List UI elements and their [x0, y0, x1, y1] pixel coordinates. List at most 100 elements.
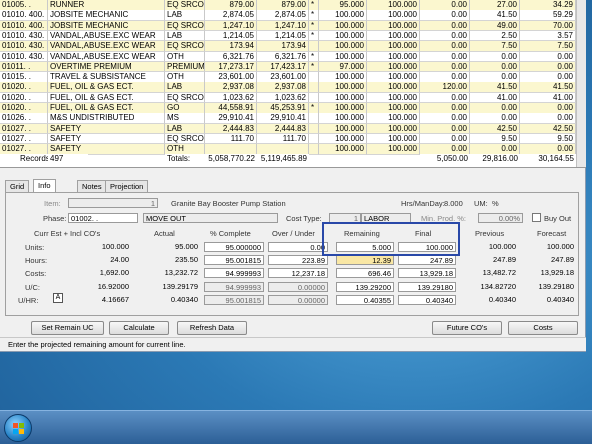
table-cell-c: 97.000	[319, 61, 367, 73]
table-row[interactable]: 01011. . OVERTIME PREMIUM PREMIUM 17,273.17…	[0, 61, 586, 73]
table-cell-f: 2.50	[470, 30, 520, 42]
table-cell-a: 29,910.41	[205, 113, 257, 124]
metric-over-value[interactable]: 223.89	[268, 255, 328, 266]
tab-grid[interactable]: Grid	[5, 180, 30, 192]
table-cell-desc: FUEL, OIL & GAS ECT.	[48, 103, 165, 114]
metric-pct-value[interactable]: 95.000000	[204, 242, 264, 252]
costs-button[interactable]: Costs	[508, 321, 578, 335]
calculate-button[interactable]: Calculate	[109, 321, 169, 335]
col-remaining: Remaining	[344, 229, 380, 238]
metric-rem-value[interactable]: 5.000	[336, 242, 394, 252]
table-cell-type: GO	[165, 103, 205, 114]
table-row[interactable]: 01010. 430. VANDAL,ABUSE.EXC WEAR EQ SRCO 1…	[0, 41, 586, 52]
table-cell-d: 100.000	[367, 0, 420, 11]
table-cell-s: *	[309, 103, 319, 114]
buy-out-checkbox[interactable]	[532, 213, 541, 222]
metric-final-value[interactable]: 0.40340	[398, 294, 456, 305]
metric-pct-value[interactable]: 94.999993	[204, 281, 264, 292]
table-cell-b: 2,874.05	[257, 10, 309, 21]
table-cell-s: *	[309, 0, 319, 11]
table-row[interactable]: 01020. . FUEL, OIL & GAS ECT. LAB 2,937.08 2…	[0, 82, 586, 93]
tab-info[interactable]: Info	[33, 179, 56, 192]
table-row[interactable]: 01027. . SAFETY EQ SRCO 111.70 111.70 100.000…	[0, 133, 586, 145]
cost-grid[interactable]: 01005. . RUNNER EQ SRCO 879.00 879.00 * 95.000…	[0, 0, 586, 168]
col-previous: Previous	[475, 229, 505, 238]
col-pct-complete: % Complete	[210, 229, 251, 238]
metric-label: Units:	[25, 243, 45, 252]
metric-final-value[interactable]: 100.000	[398, 242, 456, 252]
table-row[interactable]: 01005. . RUNNER EQ SRCO 879.00 879.00 * 95.000…	[0, 0, 586, 11]
table-cell-b: 2,937.08	[257, 82, 309, 93]
metric-rem-value[interactable]: 0.40355	[336, 294, 394, 305]
metric-pct-value[interactable]: 95.001815	[204, 294, 264, 305]
metric-curr-value: 24.00	[110, 255, 129, 265]
phase-field[interactable]: 01002. .	[68, 213, 138, 223]
cost-type-number[interactable]: 1	[329, 213, 361, 223]
uhr-toggle-button[interactable]: A	[53, 293, 63, 303]
min-prod-field[interactable]: 0.00%	[478, 213, 523, 223]
table-row[interactable]: 01015. . TRAVEL & SUBSISTANCE OTH 23,601.00…	[0, 72, 586, 83]
table-cell-e: 0.00	[420, 123, 470, 135]
metric-fore-value: 139.29180	[538, 281, 574, 291]
tab-notes[interactable]: Notes	[77, 180, 107, 192]
metric-pct-value[interactable]: 95.001815	[204, 255, 264, 266]
metric-curr-value: 100.000	[101, 242, 129, 251]
totals-curr: 5,058,770.22	[205, 154, 257, 165]
table-cell-c: 100.000	[319, 30, 367, 42]
metric-over-value[interactable]: 0.00000	[268, 281, 328, 292]
table-cell-code: 01026. .	[0, 113, 48, 124]
tab-projection-detail[interactable]: Projection Detail	[105, 180, 149, 202]
metric-over-value[interactable]: 0.00000	[268, 294, 328, 305]
metric-prev-value: 247.89	[493, 255, 516, 265]
table-cell-e: 0.00	[420, 113, 470, 124]
metric-pct-value[interactable]: 94.999993	[204, 268, 264, 279]
metric-over-value[interactable]: 12,237.18	[268, 268, 328, 279]
set-remain-uc-button[interactable]: Set Remain UC	[31, 321, 104, 335]
metric-rem-value[interactable]: 12.39	[336, 255, 394, 266]
metric-final-value[interactable]: 13,929.18	[398, 268, 456, 279]
table-cell-c: 100.000	[319, 10, 367, 21]
table-row[interactable]: 01027. . SAFETY LAB 2,444.83 2,444.83 100.000…	[0, 123, 586, 135]
table-cell-b: 17,423.17	[257, 61, 309, 73]
table-row[interactable]: 01020. . FUEL, OIL & GAS ECT. EQ SRCO 1,023…	[0, 92, 586, 104]
table-row[interactable]: 01010. 430. VANDAL,ABUSE.EXC WEAR LAB 1,214…	[0, 30, 586, 42]
table-row[interactable]: 01010. 400. JOBSITE MECHANIC LAB 2,874.05 2,…	[0, 10, 586, 21]
table-row[interactable]: 01020. . FUEL, OIL & GAS ECT. GO 44,558.91 4…	[0, 103, 586, 114]
metric-rem-value[interactable]: 696.46	[336, 268, 394, 279]
table-cell-type: LAB	[165, 10, 205, 21]
grid-vertical-scrollbar[interactable]	[576, 0, 586, 167]
table-cell-s	[309, 82, 319, 93]
min-prod-label: Min. Prod. %:	[421, 214, 467, 223]
refresh-data-button[interactable]: Refresh Data	[177, 321, 247, 335]
table-row[interactable]: 01010. 400. JOBSITE MECHANIC EQ SRCO 1,247.…	[0, 20, 586, 32]
table-cell-g: 0.00	[520, 51, 576, 63]
info-panel: Item: 1 Granite Bay Booster Pump Station…	[5, 192, 579, 316]
metric-final-value[interactable]: 247.89	[398, 255, 456, 266]
metric-actual-value: 235.50	[175, 255, 198, 265]
table-cell-type: OTH	[165, 72, 205, 83]
item-description: Granite Bay Booster Pump Station	[171, 199, 286, 208]
item-field[interactable]: 1	[68, 198, 158, 208]
metric-rem-value[interactable]: 139.29200	[336, 281, 394, 292]
table-row[interactable]: 01026. . M&S UNDISTRIBUTED MS 29,910.41 29,9…	[0, 113, 586, 124]
table-cell-desc: OVERTIME PREMIUM	[48, 61, 165, 73]
table-cell-f: 0.00	[470, 61, 520, 73]
metric-over-value[interactable]: 0.00	[268, 242, 328, 252]
metric-label: Hours:	[25, 256, 48, 266]
table-row[interactable]: 01010. 430. VANDAL,ABUSE.EXC WEAR OTH 6,321…	[0, 51, 586, 63]
future-cos-button[interactable]: Future CO's	[432, 321, 502, 335]
table-cell-d: 100.000	[367, 10, 420, 21]
metric-final-value[interactable]: 139.29180	[398, 281, 456, 292]
table-cell-f: 0.00	[470, 113, 520, 124]
um-label: UM:	[474, 199, 488, 208]
totals-final: 29,816.00	[470, 154, 520, 165]
hrs-manday-label: Hrs/ManDay:	[401, 199, 445, 208]
metric-actual-value: 139.29179	[162, 281, 198, 291]
table-cell-c: 100.000	[319, 72, 367, 83]
table-cell-e: 0.00	[420, 72, 470, 83]
table-cell-s: *	[309, 51, 319, 63]
item-label: Item:	[44, 199, 61, 208]
table-cell-e: 120.00	[420, 82, 470, 93]
start-button[interactable]	[4, 414, 32, 442]
buy-out-label: Buy Out	[544, 214, 572, 223]
